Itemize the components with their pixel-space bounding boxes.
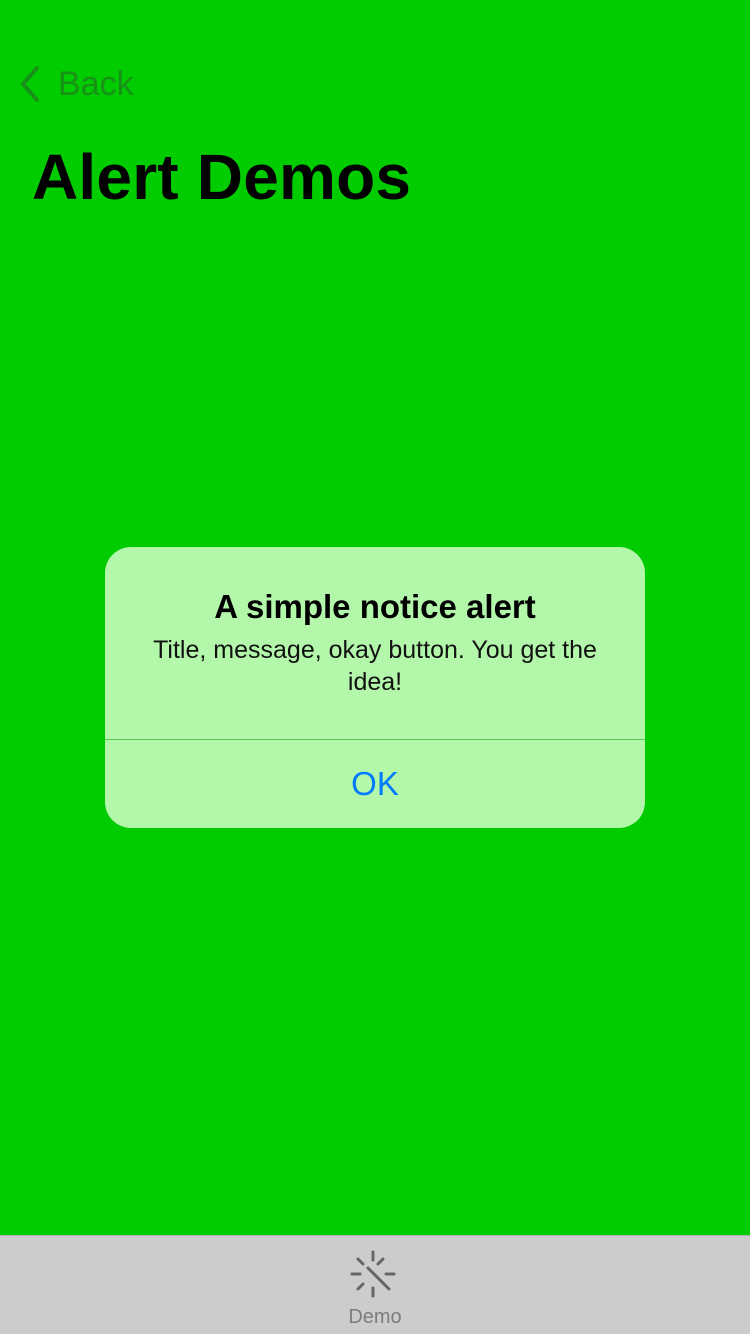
alert-message: Title, message, okay button. You get the… — [153, 636, 597, 696]
notice-alert: A simple notice alert Title, message, ok… — [105, 547, 645, 828]
page-title: Alert Demos — [32, 141, 412, 213]
chevron-left-icon — [21, 66, 39, 102]
tab-label-demo: Demo — [348, 1306, 402, 1328]
alert-title: A simple notice alert — [214, 588, 536, 625]
back-label: Back — [58, 65, 134, 103]
back-button[interactable]: Back — [16, 60, 134, 108]
tab-demo[interactable]: Demo — [325, 1248, 425, 1334]
tab-bar: Demo — [0, 1235, 750, 1334]
ok-button[interactable]: OK — [105, 740, 645, 828]
magic-wand-icon — [350, 1250, 396, 1298]
